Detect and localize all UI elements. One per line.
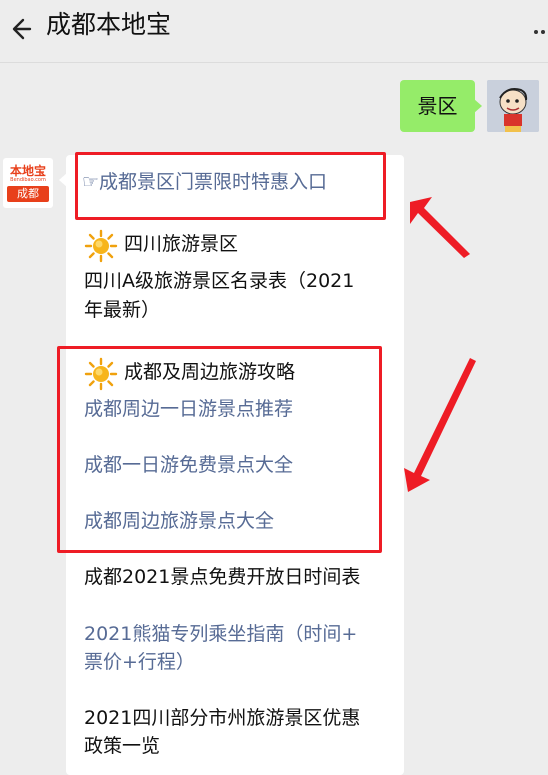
outgoing-message: 景区	[400, 80, 482, 132]
scenic-list-text-line1[interactable]: 四川A级旅游景区名录表（2021	[84, 267, 354, 295]
highlight-box-guides	[57, 346, 382, 553]
more-icon[interactable]	[534, 26, 548, 36]
section1-title: 四川旅游景区	[124, 233, 239, 255]
chat-title: 成都本地宝	[46, 10, 172, 39]
logo-subtext: Bendibao.com	[10, 177, 46, 183]
user-avatar[interactable]	[487, 80, 539, 132]
cartoon-avatar-icon	[487, 80, 539, 132]
highlight-box-entry	[75, 152, 386, 220]
panda-train-link-line2[interactable]: 票价+行程）	[84, 648, 195, 676]
bot-avatar[interactable]: 本地宝 Bendibao.com 成都	[3, 158, 53, 208]
sun-icon	[84, 229, 118, 263]
offer-policy-line2[interactable]: 政策一览	[84, 732, 160, 760]
panda-train-link-line1[interactable]: 2021熊猫专列乘坐指南（时间+	[84, 620, 357, 648]
open-days-item[interactable]: 成都2021景点免费开放日时间表	[84, 563, 360, 591]
scenic-list-text-line2[interactable]: 年最新）	[84, 296, 160, 324]
top-bar: 成都本地宝	[0, 0, 548, 63]
back-arrow-icon[interactable]	[8, 14, 38, 44]
logo-city: 成都	[7, 186, 49, 202]
offer-policy-line1[interactable]: 2021四川部分市州旅游景区优惠	[84, 704, 360, 732]
